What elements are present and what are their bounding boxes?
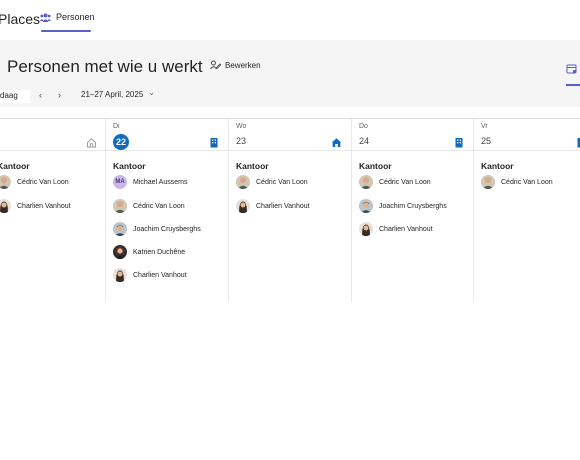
day-of-week: Wo (236, 123, 247, 130)
avatar (0, 175, 11, 189)
person-name: Charlien Vanhout (256, 202, 310, 210)
avatar (236, 199, 250, 213)
day-column-thursday: Do 24 Kantoor Cédric Van Loon Joachim Cr… (352, 119, 474, 302)
edit-button[interactable]: Bewerken (210, 60, 261, 70)
person-item[interactable]: Charlien Vanhout (236, 199, 310, 213)
person-name: Cédric Van Loon (17, 178, 69, 186)
avatar (113, 199, 127, 213)
person-name: Charlien Vanhout (379, 225, 433, 233)
avatar (481, 175, 495, 189)
day-number: 25 (481, 136, 492, 146)
avatar (113, 268, 127, 282)
person-name: Charlien Vanhout (17, 202, 71, 210)
avatar (359, 222, 373, 236)
person-item[interactable]: Cédric Van Loon (0, 175, 69, 189)
date-range-label: 21–27 April, 2025 (81, 90, 144, 99)
view-indicator (566, 84, 580, 86)
app-title[interactable]: Places (0, 11, 40, 27)
home-icon[interactable] (331, 137, 342, 148)
avatar (113, 245, 127, 259)
person-name: Cédric Van Loon (133, 202, 185, 210)
week-grid: Kantoor Cédric Van Loon Charlien Vanhout… (0, 118, 580, 302)
day-of-week: Vr (481, 123, 488, 130)
day-header: Di 22 (106, 119, 228, 151)
tab-people[interactable]: Personen (40, 12, 95, 22)
avatar (236, 175, 250, 189)
calendar-people-icon[interactable] (566, 62, 578, 80)
day-of-week: Do (359, 123, 368, 130)
person-item[interactable]: Charlien Vanhout (359, 222, 433, 236)
avatar (359, 199, 373, 213)
day-of-week: Di (113, 123, 120, 130)
day-header: Do 24 (352, 119, 473, 151)
day-column-tuesday: Di 22 Kantoor MA Michael Aussems Cédric … (106, 119, 229, 302)
day-header (0, 119, 105, 151)
day-number: 24 (359, 136, 370, 146)
tab-people-label: Personen (56, 12, 95, 22)
prev-week-button[interactable]: ‹ (39, 90, 42, 100)
top-navigation: Places Personen (0, 0, 580, 40)
person-name: Joachim Cruysberghs (379, 202, 447, 210)
edit-button-label: Bewerken (225, 60, 261, 70)
person-item[interactable]: Charlien Vanhout (0, 199, 71, 213)
person-name: Cédric Van Loon (379, 178, 431, 186)
location-label: Kantoor (359, 161, 392, 171)
person-name: Michael Aussems (133, 178, 188, 186)
location-label: Kantoor (113, 161, 146, 171)
chevron-down-icon: ⌄ (148, 88, 155, 97)
avatar (113, 222, 127, 236)
day-column-friday: Vr 25 Kantoor Cédric Van Loon (474, 119, 580, 302)
location-label: Kantoor (0, 161, 30, 171)
office-building-icon[interactable] (576, 137, 580, 148)
location-label: Kantoor (236, 161, 269, 171)
day-column-monday: Kantoor Cédric Van Loon Charlien Vanhout (0, 119, 106, 302)
day-header: Wo 23 (229, 119, 351, 151)
person-name: Cédric Van Loon (501, 178, 553, 186)
edit-people-icon (210, 60, 221, 70)
person-name: Joachim Cruysberghs (133, 225, 201, 233)
page-title: Personen met wie u werkt (7, 57, 203, 76)
person-name: Cédric Van Loon (256, 178, 308, 186)
date-range-picker[interactable]: 21–27 April, 2025 ⌄ (81, 88, 155, 99)
person-item[interactable]: Cédric Van Loon (359, 175, 431, 189)
avatar: MA (113, 175, 127, 189)
day-header: Vr 25 (474, 119, 580, 151)
day-column-wednesday: Wo 23 Kantoor Cédric Van Loon Charlien V… (229, 119, 352, 302)
person-name: Katrien Duchêne (133, 248, 186, 256)
active-tab-indicator (41, 30, 91, 32)
home-icon[interactable] (86, 137, 97, 148)
person-item[interactable]: Charlien Vanhout (113, 268, 187, 282)
person-item[interactable]: Cédric Van Loon (481, 175, 553, 189)
day-number: 23 (236, 136, 247, 146)
person-item[interactable]: MA Michael Aussems (113, 175, 187, 189)
location-label: Kantoor (481, 161, 514, 171)
person-item[interactable]: Katrien Duchêne (113, 245, 185, 259)
person-item[interactable]: Cédric Van Loon (113, 199, 185, 213)
next-week-button[interactable]: › (58, 90, 61, 100)
person-item[interactable]: Joachim Cruysberghs (113, 222, 201, 236)
avatar (359, 175, 373, 189)
people-icon (40, 13, 51, 22)
avatar (0, 199, 11, 213)
today-date-badge: 22 (113, 134, 129, 150)
today-button[interactable]: daag (0, 90, 30, 103)
person-item[interactable]: Cédric Van Loon (236, 175, 308, 189)
office-building-icon[interactable] (454, 137, 464, 148)
office-building-icon[interactable] (209, 137, 219, 148)
person-name: Charlien Vanhout (133, 271, 187, 279)
person-item[interactable]: Joachim Cruysberghs (359, 199, 447, 213)
